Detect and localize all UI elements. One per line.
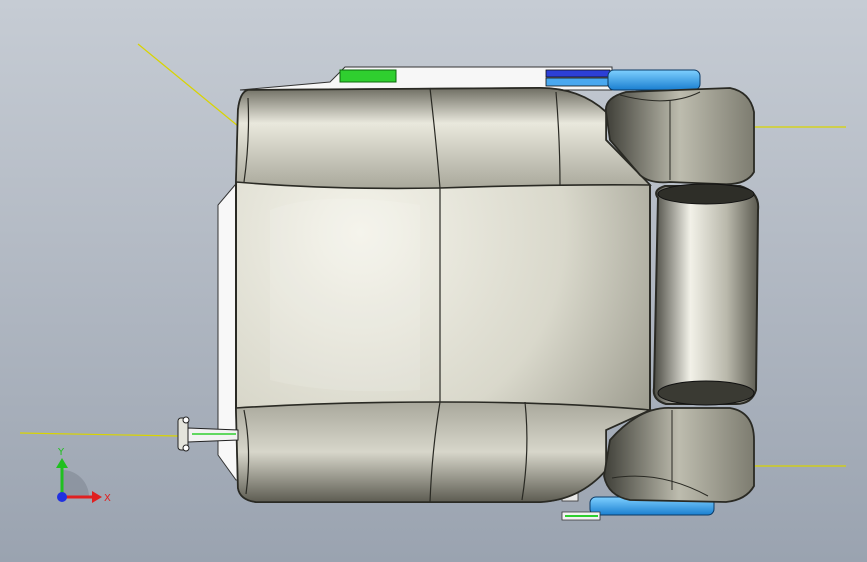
headrest-roll[interactable] [652, 183, 760, 406]
bottom-side-bolster[interactable] [235, 401, 654, 503]
x-axis-label: X [104, 493, 111, 504]
green-bracket[interactable] [339, 69, 397, 83]
top-side-bolster[interactable] [235, 87, 652, 190]
z-axis-dot [57, 492, 67, 502]
seat-cushion[interactable] [235, 86, 654, 503]
coordinate-triad: Y X [56, 447, 111, 504]
back-bolster-bottom[interactable] [603, 407, 755, 503]
seat-model-view[interactable]: Y X [0, 0, 867, 562]
cad-graphics-viewport[interactable]: Y X [0, 0, 867, 562]
y-axis-label: Y [57, 447, 65, 458]
